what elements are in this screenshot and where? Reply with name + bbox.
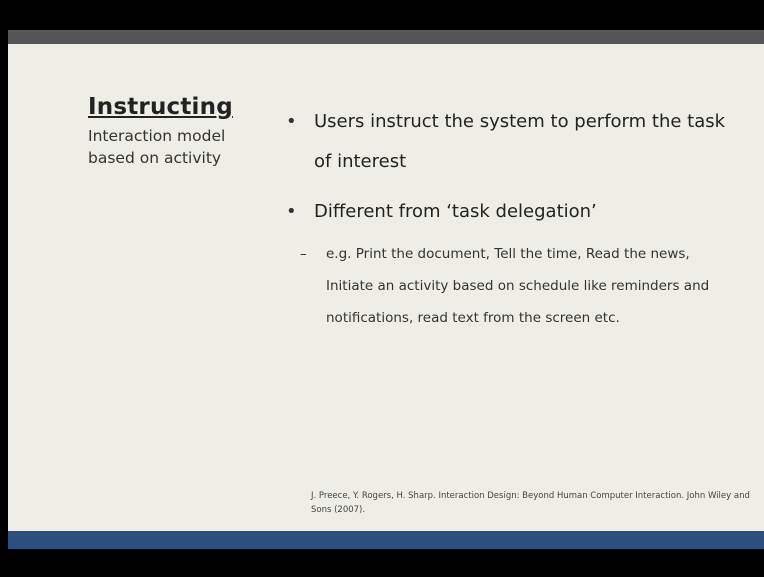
top-frame xyxy=(0,0,764,30)
bullet-text: Users instruct the system to perform the… xyxy=(314,111,726,172)
bottom-accent-bar xyxy=(8,531,764,549)
bullet-text: Different from ‘task delegation’ xyxy=(314,201,597,222)
sub-bullet-text: e.g. Print the document, Tell the time, … xyxy=(326,246,710,326)
slide-title: Instructing xyxy=(88,94,233,120)
dash-icon: – xyxy=(300,246,307,262)
sub-bullet-item: – e.g. Print the document, Tell the time… xyxy=(278,238,736,334)
top-band xyxy=(8,30,764,44)
bottom-frame xyxy=(0,549,764,577)
bullet-dot-icon: • xyxy=(286,201,297,222)
bullet-dot-icon: • xyxy=(286,111,297,132)
bullet-item: • Users instruct the system to perform t… xyxy=(278,102,748,182)
reference-citation: J. Preece, Y. Rogers, H. Sharp. Interact… xyxy=(311,491,750,515)
slide: Instructing Interaction model based on a… xyxy=(8,44,764,531)
bullet-list: • Users instruct the system to perform t… xyxy=(278,102,748,334)
slide-subtitle: Interaction model based on activity xyxy=(88,127,226,167)
bullet-item: • Different from ‘task delegation’ xyxy=(278,192,748,232)
